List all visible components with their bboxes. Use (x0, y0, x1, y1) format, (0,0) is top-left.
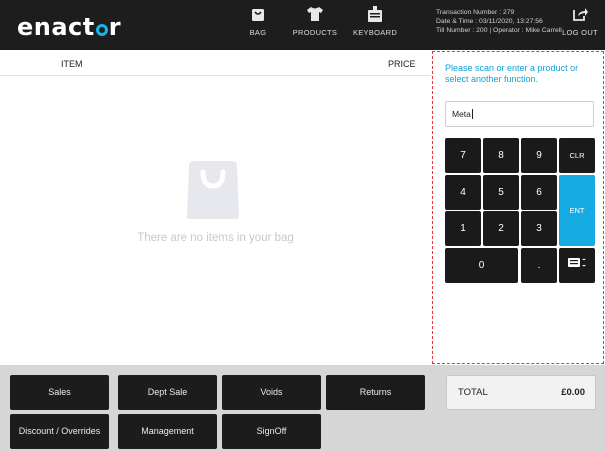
keyboard-nav-button[interactable]: KEYBOARD (350, 6, 400, 46)
keyboard-toggle-key[interactable] (559, 248, 595, 283)
key-9[interactable]: 9 (521, 138, 557, 173)
discount-overrides-button[interactable]: Discount / Overrides (10, 414, 109, 449)
key-2[interactable]: 2 (483, 211, 519, 246)
decimal-key[interactable]: . (521, 248, 557, 283)
logout-icon (562, 6, 598, 24)
key-5[interactable]: 5 (483, 175, 519, 210)
transaction-datetime: Date & Time : 03/11/2020, 13:27:56 (436, 18, 543, 25)
key-3[interactable]: 3 (521, 211, 557, 246)
item-list-header: ITEM PRICE (0, 50, 431, 76)
logout-button[interactable]: LOG OUT (562, 6, 598, 46)
price-column-header: PRICE (388, 59, 416, 69)
keyboard-nav-label: KEYBOARD (352, 28, 398, 37)
voids-button[interactable]: Voids (222, 375, 321, 410)
total-value: £0.00 (561, 387, 585, 398)
enactor-logo: enact r (17, 13, 122, 41)
product-entry-field[interactable]: Meta (445, 101, 594, 127)
returns-button[interactable]: Returns (326, 375, 425, 410)
products-nav-button[interactable]: PRODUCTS (290, 6, 340, 46)
dept-sale-button[interactable]: Dept Sale (118, 375, 217, 410)
text-caret (471, 109, 473, 119)
transaction-number: Transaction Number : 279 (436, 9, 515, 16)
entry-panel: Please scan or enter a product or select… (432, 51, 604, 364)
till-operator: Till Number : 200 | Operator : Mike Carr… (436, 27, 562, 34)
key-6[interactable]: 6 (521, 175, 557, 210)
empty-bag-message: There are no items in your bag (137, 232, 294, 244)
management-button[interactable]: Management (118, 414, 217, 449)
entry-prompt: Please scan or enter a product or select… (445, 63, 579, 84)
total-box: TOTAL £0.00 (446, 375, 596, 410)
function-bar: Sales Dept Sale Voids Returns Discount /… (0, 365, 605, 452)
bag-icon (242, 6, 274, 24)
signoff-button[interactable]: SignOff (222, 414, 321, 449)
enter-key[interactable]: ENT (559, 175, 595, 246)
entry-value: Meta (452, 109, 471, 119)
item-column-header: ITEM (61, 59, 83, 69)
top-bar: enact r BAG PRODUCTS KEYBOARD Transaction… (0, 0, 605, 50)
empty-bag-icon (186, 160, 240, 220)
pos-screen: enact r BAG PRODUCTS KEYBOARD Transaction… (0, 0, 605, 452)
bag-nav-label: BAG (249, 28, 267, 37)
tshirt-icon (290, 6, 340, 24)
transaction-info: Transaction Number : 279 Date & Time : 0… (436, 8, 562, 35)
logout-label: LOG OUT (562, 28, 598, 37)
key-4[interactable]: 4 (445, 175, 481, 210)
key-7[interactable]: 7 (445, 138, 481, 173)
keyboard-icon (350, 6, 400, 24)
total-label: TOTAL (458, 387, 488, 398)
products-nav-label: PRODUCTS (292, 28, 338, 37)
key-0[interactable]: 0 (445, 248, 518, 283)
keyboard-toggle-icon (568, 248, 586, 283)
clear-key[interactable]: CLR (559, 138, 595, 173)
bag-nav-button[interactable]: BAG (242, 6, 274, 46)
key-1[interactable]: 1 (445, 211, 481, 246)
sales-button[interactable]: Sales (10, 375, 109, 410)
key-8[interactable]: 8 (483, 138, 519, 173)
